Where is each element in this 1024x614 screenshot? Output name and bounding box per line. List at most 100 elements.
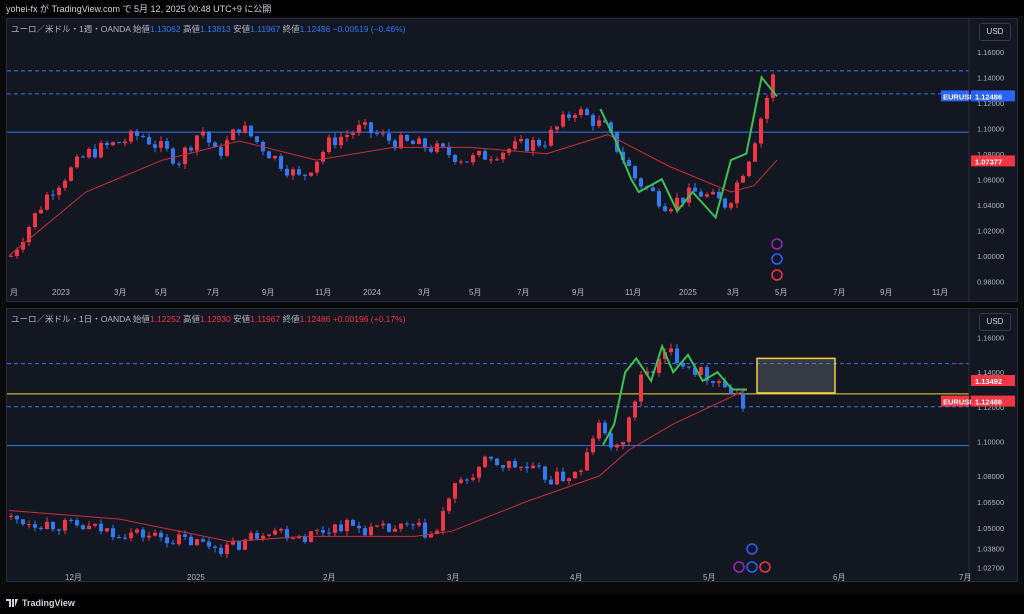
candle-body: [417, 138, 421, 145]
daily-chart-canvas[interactable]: 1.160001.140001.120001.100001.080001.065…: [7, 309, 1017, 581]
currency-button[interactable]: USD: [979, 313, 1011, 331]
tradingview-logo[interactable]: TradingView: [6, 598, 75, 608]
candle-body: [177, 163, 181, 165]
candle-body: [477, 150, 481, 156]
candle-body: [213, 546, 217, 548]
candle-body: [123, 141, 127, 144]
candle-body: [225, 544, 229, 555]
daily-legend: ユーロ／米ドル・1日・OANDA 始値1.12252 高値1.12930 安値1…: [11, 313, 406, 325]
legend-high-label: 高値: [183, 24, 201, 34]
candle-body: [57, 529, 61, 531]
candle-body: [597, 120, 601, 126]
candle-body: [63, 180, 67, 188]
candle-body: [357, 124, 361, 134]
candle-body: [147, 535, 151, 538]
candle-body: [321, 152, 325, 162]
candle-body: [375, 525, 379, 527]
price-tick-label: 1.16000: [977, 334, 1004, 343]
footer: TradingView: [0, 594, 1024, 614]
candle-body: [369, 526, 373, 536]
time-tick-label: 4月: [570, 573, 582, 581]
candle-body: [627, 417, 631, 442]
moving-average-line: [8, 134, 778, 257]
candle-body: [741, 175, 745, 183]
candle-body: [507, 461, 511, 468]
candle-body: [117, 142, 121, 144]
candle-body: [231, 129, 235, 141]
legend-change: −0.00519 (−0.46%): [332, 24, 406, 34]
candle-body: [201, 131, 205, 136]
candle-body: [717, 381, 721, 383]
legend-high: 1.12930: [200, 314, 231, 324]
time-tick-label: 月: [10, 288, 18, 297]
candle-body: [519, 139, 523, 142]
candle-body: [471, 155, 475, 163]
candle-body: [465, 161, 469, 163]
time-tick-label: 5月: [703, 573, 715, 581]
weekly-chart-pane[interactable]: 1.16000 1.14000 1.12000 1.10000 1.08000 1.060…: [6, 18, 1018, 302]
candle-body: [165, 537, 169, 544]
legend-close-label: 終値: [282, 314, 300, 324]
candle-body: [303, 536, 307, 542]
legend-open: 1.13062: [149, 24, 181, 34]
candle-body: [255, 136, 259, 142]
candle-body: [411, 140, 415, 145]
time-tick-label: 9月: [572, 288, 584, 297]
us-flag-icon: [733, 561, 745, 573]
candle-body: [381, 523, 385, 526]
yellow-tag-value: 1.13492: [975, 377, 1002, 386]
candle-body: [375, 133, 379, 135]
candle-body: [393, 528, 397, 532]
price-tick-label: 1.06500: [977, 498, 1004, 507]
candle-body: [537, 465, 541, 467]
candle-body: [153, 532, 157, 536]
candle-body: [555, 126, 559, 130]
candle-body: [339, 136, 343, 146]
candle-body: [249, 533, 253, 540]
candle-body: [147, 137, 151, 145]
candle-body: [345, 520, 349, 532]
time-tick-label: 11月: [932, 288, 948, 297]
candle-body: [327, 532, 331, 534]
currency-button[interactable]: USD: [979, 23, 1011, 41]
candle-body: [429, 148, 433, 152]
time-tick-label: 7月: [207, 288, 219, 297]
candle-body: [657, 191, 661, 207]
candle-body: [189, 536, 193, 546]
candle-body: [369, 122, 373, 134]
time-tick-label: 5月: [155, 288, 167, 297]
candle-body: [579, 470, 583, 472]
candle-body: [447, 498, 451, 512]
candle-body: [333, 137, 337, 146]
price-tick-label: 1.00000: [977, 252, 1004, 261]
candle-body: [741, 393, 745, 409]
candle-body: [39, 209, 43, 214]
legend-low: 1.11967: [250, 24, 281, 34]
candle-body: [513, 461, 517, 468]
eu-us-event-icon: [771, 269, 783, 281]
candle-body: [57, 187, 61, 195]
candle-body: [111, 528, 115, 538]
candle-body: [345, 134, 349, 137]
candle-body: [723, 198, 727, 208]
candle-body: [69, 519, 73, 521]
candle-body: [81, 156, 85, 158]
candle-body: [273, 530, 277, 535]
candle-body: [687, 366, 691, 368]
candle-body: [363, 528, 367, 536]
candle-body: [249, 125, 253, 137]
price-tick-label: 1.16000: [977, 48, 1004, 57]
candle-body: [621, 441, 625, 445]
publish-header: yohei-fx が TradingView.com で 5月 12, 2025…: [0, 0, 1024, 16]
candle-body: [669, 209, 673, 212]
candle-body: [711, 380, 715, 383]
candle-body: [543, 466, 547, 480]
candle-body: [135, 131, 139, 136]
price-tick-label: 1.02000: [977, 226, 1004, 235]
candle-body: [609, 433, 613, 448]
weekly-chart-canvas[interactable]: 1.160001.140001.120001.100001.080001.060…: [7, 19, 1017, 301]
daily-chart-pane[interactable]: 1.16000 1.14000 1.12000 1.10000 1.08000 1.065…: [6, 308, 1018, 582]
candle-body: [75, 156, 79, 168]
candle-body: [93, 523, 97, 526]
candle-body: [315, 530, 319, 532]
